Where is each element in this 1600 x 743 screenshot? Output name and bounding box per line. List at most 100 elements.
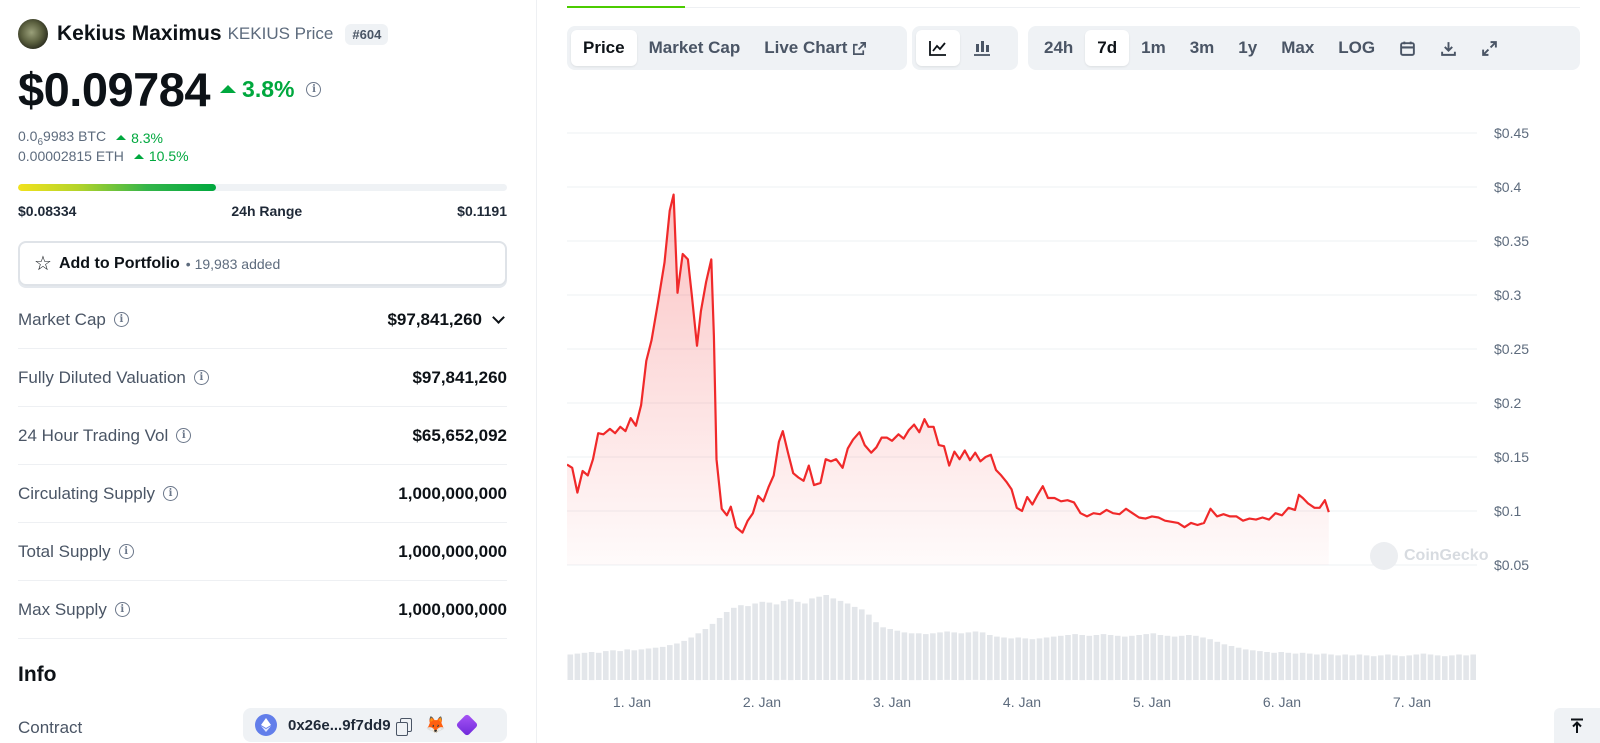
current-price: $0.09784 xyxy=(18,62,211,116)
range-24h[interactable]: 24h xyxy=(1032,30,1085,66)
candlestick-chart-button[interactable] xyxy=(960,30,1004,66)
volume-bar xyxy=(894,630,901,680)
chevron-down-icon[interactable] xyxy=(492,310,505,324)
log-scale-toggle[interactable]: LOG xyxy=(1326,30,1387,66)
volume-bar xyxy=(1420,653,1427,680)
volume-bar xyxy=(1470,654,1476,680)
ethereum-icon xyxy=(255,714,277,736)
volume-bar xyxy=(780,600,787,680)
coingecko-logo-icon xyxy=(1370,542,1398,570)
line-chart-button[interactable] xyxy=(916,30,960,66)
copy-icon[interactable] xyxy=(395,718,412,736)
volume-bar xyxy=(1235,647,1242,680)
range-7d[interactable]: 7d xyxy=(1085,30,1130,66)
info-icon[interactable]: i xyxy=(163,486,179,501)
range-labels: $0.08334 24h Range $0.1191 xyxy=(18,203,507,219)
stat-row-fdv: Fully Diluted Valuation i $97,841,260 xyxy=(18,349,507,407)
stat-label: Market Cap xyxy=(18,309,106,329)
external-link-icon xyxy=(853,41,867,55)
volume-bar xyxy=(1427,654,1434,680)
download-icon xyxy=(1441,41,1456,56)
eth-price: 0.00002815 ETH xyxy=(18,148,124,164)
range-low: $0.08334 xyxy=(18,203,77,219)
volume-bar xyxy=(1143,634,1149,680)
time-range-selector: 24h 7d 1m 3m 1y Max LOG xyxy=(1028,26,1580,70)
y-tick-label: $0.3 xyxy=(1494,287,1521,303)
volume-bar xyxy=(588,652,595,681)
info-icon[interactable]: i xyxy=(306,81,322,97)
volume-bar xyxy=(1164,635,1171,680)
x-tick-label: 2. Jan xyxy=(743,694,781,710)
stat-value: $65,652,092 xyxy=(412,425,507,445)
volume-bar xyxy=(1029,639,1036,680)
explorer-icon[interactable] xyxy=(456,713,479,737)
rank-badge: #604 xyxy=(345,23,389,45)
volume-bar xyxy=(659,646,666,680)
range-max[interactable]: Max xyxy=(1269,30,1326,66)
volume-bar xyxy=(816,596,822,680)
volume-bar xyxy=(979,632,986,680)
portfolio-label: Add to Portfolio xyxy=(58,254,180,272)
range-3m[interactable]: 3m xyxy=(1178,30,1227,66)
volume-bar xyxy=(638,649,645,680)
price-chart[interactable]: $0.45 $0.4 $0.35 $0.3 $0.25 $0.2 $0.15 $0.1 $0.0… xyxy=(567,105,1597,715)
stat-row-circulating-supply: Circulating Supply i 1,000,000,000 xyxy=(18,465,507,523)
volume-bar xyxy=(1221,644,1228,680)
stat-row-market-cap[interactable]: Market Cap i $97,841,260 xyxy=(18,291,507,349)
volume-bar xyxy=(1456,654,1462,680)
volume-bar xyxy=(723,612,730,680)
metamask-icon[interactable]: 🦊 xyxy=(426,715,446,735)
volume-bar xyxy=(1107,635,1114,681)
volume-bar xyxy=(773,604,780,681)
fullscreen-button[interactable] xyxy=(1469,30,1510,66)
line-chart-icon xyxy=(929,41,946,56)
tab-live-chart[interactable]: Live Chart xyxy=(752,30,879,66)
volume-bar xyxy=(752,603,758,680)
volume-bar xyxy=(1136,635,1142,681)
volume-bar xyxy=(603,651,609,680)
volume-bar xyxy=(695,633,702,681)
scroll-to-top-button[interactable] xyxy=(1554,708,1600,743)
info-icon[interactable]: i xyxy=(113,312,129,327)
volume-bar xyxy=(1186,635,1192,681)
btc-price: 0.069983 BTC xyxy=(18,128,107,148)
volume-bar xyxy=(1036,638,1043,680)
volume-bar xyxy=(873,622,879,680)
info-icon[interactable]: i xyxy=(118,544,134,559)
volume-bar xyxy=(667,645,673,680)
info-icon[interactable]: i xyxy=(176,428,192,443)
tab-underline xyxy=(567,7,1580,8)
chart-view-tabs: Price Market Cap Live Chart xyxy=(567,26,907,70)
x-tick-label: 5. Jan xyxy=(1133,694,1171,710)
volume-bar xyxy=(1321,653,1327,680)
volume-bar xyxy=(610,650,616,680)
info-icon[interactable]: i xyxy=(193,370,209,385)
date-range-button[interactable] xyxy=(1387,30,1428,66)
volume-bar xyxy=(994,636,1000,680)
add-to-portfolio-button[interactable]: ☆ Add to Portfolio • 19,983 added xyxy=(18,241,507,286)
y-tick-label: $0.15 xyxy=(1494,449,1529,465)
stat-row-volume: 24 Hour Trading Vol i $65,652,092 xyxy=(18,407,507,465)
range-bar xyxy=(18,184,507,191)
range-1y[interactable]: 1y xyxy=(1226,30,1269,66)
volume-bar xyxy=(1257,651,1263,680)
range-1m[interactable]: 1m xyxy=(1129,30,1178,66)
volume-bar xyxy=(581,652,588,680)
volume-bar xyxy=(830,598,837,680)
download-button[interactable] xyxy=(1428,30,1469,66)
volume-bar xyxy=(1072,634,1078,680)
volume-bar xyxy=(937,632,943,680)
volume-bar xyxy=(1314,654,1320,680)
info-icon[interactable]: i xyxy=(114,602,130,617)
volume-bar xyxy=(716,618,723,680)
tab-price[interactable]: Price xyxy=(571,30,637,66)
btc-conversion: 0.069983 BTC 8.3% xyxy=(18,128,163,148)
volume-bar xyxy=(766,602,773,680)
y-tick-label: $0.4 xyxy=(1494,179,1521,195)
up-triangle-icon xyxy=(133,153,144,159)
volume-bar xyxy=(859,609,865,680)
tab-market-cap[interactable]: Market Cap xyxy=(637,30,753,66)
calendar-icon xyxy=(1400,41,1415,56)
volume-bar xyxy=(915,633,922,681)
volume-bar xyxy=(674,643,680,680)
